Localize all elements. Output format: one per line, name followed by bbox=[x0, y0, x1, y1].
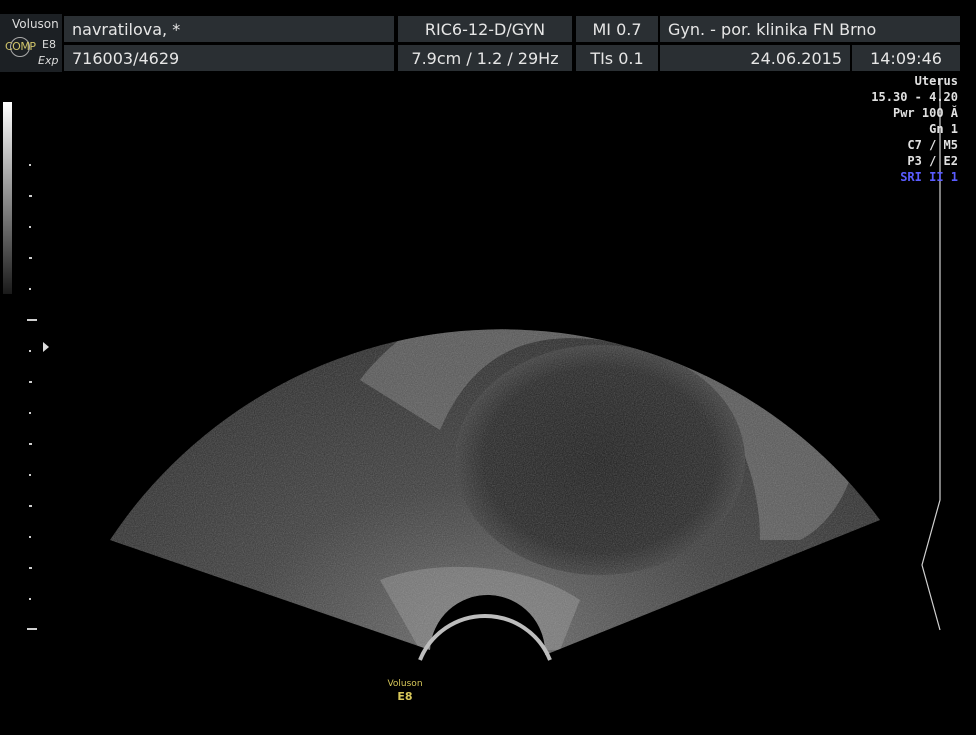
gain-label: Gn 1 bbox=[929, 122, 958, 136]
depth-tick bbox=[29, 164, 31, 166]
footer-brand: Voluson bbox=[387, 679, 423, 689]
depth-tick bbox=[29, 257, 32, 259]
cm-label: C7 / M5 bbox=[907, 138, 958, 152]
depth-tick bbox=[29, 350, 31, 352]
power-label: Pwr 100 Ă bbox=[892, 106, 958, 120]
depth-tick bbox=[29, 567, 32, 569]
grayscale-bar bbox=[3, 102, 12, 294]
pe-label: P3 / E2 bbox=[907, 154, 958, 168]
depth-tick bbox=[29, 412, 31, 414]
preset-label: Uterus bbox=[914, 74, 958, 88]
depth-tick bbox=[29, 474, 31, 476]
depth-tick bbox=[29, 536, 31, 538]
depth-tick bbox=[29, 598, 31, 600]
footer-model: E8 bbox=[397, 690, 413, 703]
depth-tick bbox=[29, 443, 32, 445]
depth-tick bbox=[29, 195, 32, 197]
range-label: 15.30 - 4.20 bbox=[871, 90, 958, 104]
depth-tick-major bbox=[27, 628, 37, 630]
depth-tick bbox=[29, 226, 31, 228]
depth-tick-major bbox=[27, 319, 37, 321]
depth-tick bbox=[29, 381, 32, 383]
ultrasound-image bbox=[110, 80, 941, 661]
sri-label: SRI II 1 bbox=[900, 170, 958, 184]
depth-tick bbox=[29, 505, 32, 507]
focus-marker-icon[interactable] bbox=[43, 342, 51, 352]
depth-tick bbox=[29, 288, 31, 290]
